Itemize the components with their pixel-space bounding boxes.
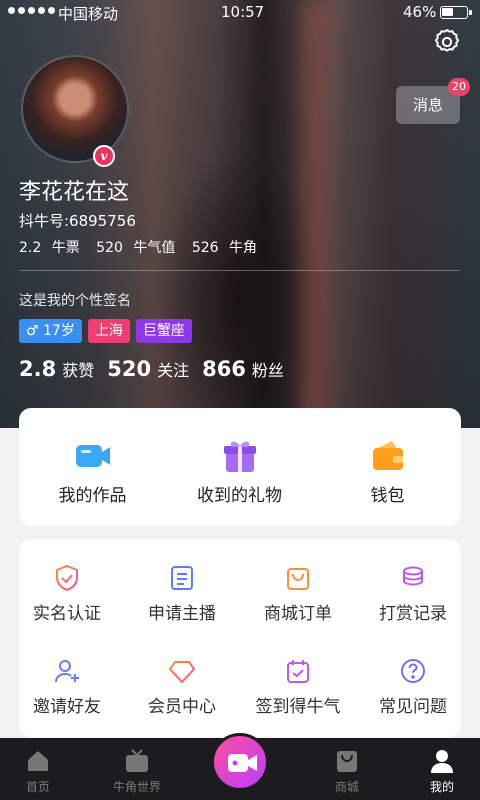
main-menu-card: 我的作品 收到的礼物 钱包: [19, 408, 461, 526]
profile-icon: [429, 748, 455, 774]
shopping-bag-icon: [283, 563, 313, 593]
live-camera-icon: [228, 754, 257, 772]
tab-horn-world[interactable]: 牛角世界: [89, 738, 185, 800]
divider: [19, 270, 460, 271]
following-count: 520: [107, 357, 152, 381]
location-tag: 上海: [87, 319, 130, 343]
signature: 这是我的个性签名: [19, 293, 131, 309]
profile-tags: ♂ 17岁 上海 巨蟹座: [19, 319, 192, 343]
tab-home[interactable]: 首页: [0, 738, 86, 800]
mall-orders-button[interactable]: 商城订单: [243, 563, 353, 653]
tip-records-button[interactable]: 打赏记录: [358, 563, 468, 653]
status-bar: 中国移动 10:57 46%: [0, 0, 480, 26]
document-list-icon: [167, 563, 197, 593]
member-center-button[interactable]: 会员中心: [127, 656, 237, 746]
social-stats: 2.8 获赞 520 关注 866 粉丝: [19, 357, 297, 381]
my-works-button[interactable]: 我的作品: [19, 408, 166, 526]
real-name-verification-button[interactable]: 实名认证: [12, 563, 122, 653]
received-gifts-button[interactable]: 收到的礼物: [166, 408, 313, 526]
diamond-icon: [167, 656, 197, 686]
message-count-badge: 20: [448, 78, 470, 96]
carrier-name: 中国移动: [58, 5, 119, 23]
gift-icon: [220, 436, 260, 476]
signal-icon: [8, 7, 55, 14]
question-icon: [398, 656, 428, 686]
following-label[interactable]: 关注: [157, 357, 189, 381]
coin-stack-icon: [398, 563, 428, 593]
shield-check-icon: [52, 563, 82, 593]
wallet-button[interactable]: 钱包: [314, 408, 461, 526]
gender-age-tag: ♂ 17岁: [19, 319, 82, 343]
user-id: 抖牛号:6895756: [19, 212, 136, 230]
settings-gear-icon[interactable]: [432, 27, 462, 57]
tv-icon: [124, 748, 150, 774]
status-time: 10:57: [221, 3, 265, 21]
verified-badge-icon: v: [93, 145, 115, 167]
check-in-button[interactable]: 签到得牛气: [243, 656, 353, 746]
battery-percentage: 46%: [403, 3, 437, 21]
go-live-button[interactable]: [211, 733, 269, 791]
fans-label[interactable]: 粉丝: [252, 357, 284, 381]
video-camera-icon: [73, 436, 113, 476]
faq-button[interactable]: 常见问题: [358, 656, 468, 746]
stat-horns: 526 牛角: [191, 240, 257, 256]
add-user-icon: [52, 656, 82, 686]
avatar[interactable]: v: [21, 55, 129, 167]
battery-icon: [440, 6, 472, 19]
tab-mall[interactable]: 商城: [299, 738, 395, 800]
bag-icon: [334, 748, 360, 774]
invite-friends-button[interactable]: 邀请好友: [12, 656, 122, 746]
wallet-stats: 2.2 牛票 520 牛气值 526 牛角: [19, 237, 269, 257]
stat-tickets: 2.2 牛票: [19, 240, 80, 256]
wallet-icon: [368, 436, 408, 476]
likes-label[interactable]: 获赞: [62, 357, 94, 381]
apply-streamer-button[interactable]: 申请主播: [127, 563, 237, 653]
calendar-check-icon: [283, 656, 313, 686]
zodiac-tag: 巨蟹座: [135, 319, 192, 343]
tab-me[interactable]: 我的: [394, 738, 480, 800]
user-name: 李花花在这: [19, 180, 130, 205]
home-icon: [25, 748, 51, 774]
services-card: 实名认证 申请主播 商城订单 打赏记录 邀请好友 会员中心 签到得牛气 常见问题: [19, 539, 461, 737]
fans-count: 866: [202, 357, 246, 381]
stat-energy: 520 牛气值: [96, 240, 176, 256]
likes-count: 2.8: [19, 357, 57, 381]
